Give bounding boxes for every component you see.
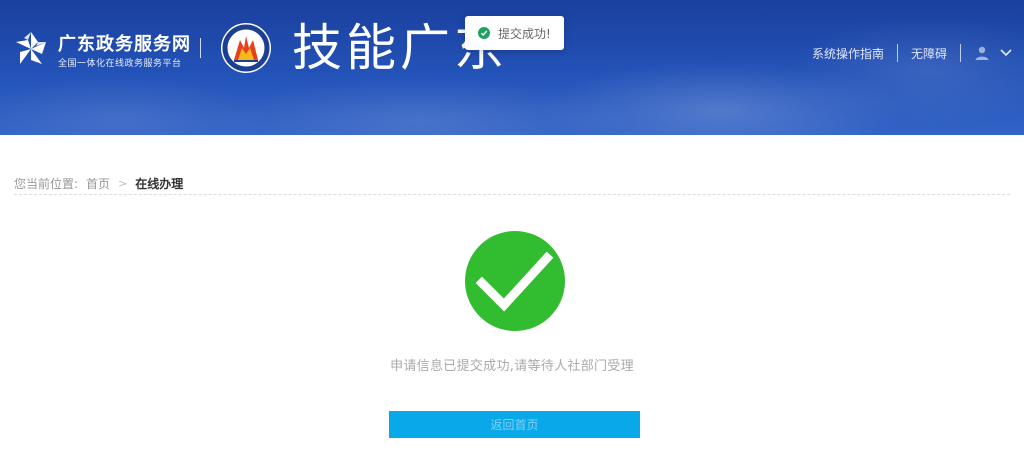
breadcrumb: 您当前位置: 首页 > 在线办理 <box>14 172 1010 195</box>
breadcrumb-prefix: 您当前位置: <box>14 176 79 191</box>
breadcrumb-current: 在线办理 <box>135 176 184 191</box>
check-circle-icon <box>478 27 490 39</box>
guide-link[interactable]: 系统操作指南 <box>812 45 884 62</box>
accessibility-link[interactable]: 无障碍 <box>911 45 947 62</box>
chevron-down-icon[interactable] <box>998 48 1014 58</box>
toast-notification: 提交成功! <box>465 16 564 50</box>
breadcrumb-home-link[interactable]: 首页 <box>86 175 110 192</box>
success-message: 申请信息已提交成功,请等待人社部门受理 <box>390 359 634 374</box>
user-avatar-icon <box>975 46 989 60</box>
nav-divider <box>896 44 898 62</box>
top-nav: 系统操作指南 无障碍 <box>812 44 1014 62</box>
nav-divider <box>960 44 961 62</box>
gov-site-name[interactable]: 广东政务服务网 <box>58 30 191 56</box>
back-home-button[interactable]: 返回首页 <box>389 411 640 438</box>
user-menu[interactable] <box>974 45 1014 61</box>
toast-text: 提交成功! <box>498 26 551 41</box>
pinwheel-logo-icon[interactable] <box>14 30 48 68</box>
header-divider <box>200 38 201 58</box>
breadcrumb-separator: > <box>118 176 128 190</box>
skills-emblem-icon <box>221 23 271 73</box>
success-check-icon <box>465 231 565 331</box>
gov-site-subtitle: 全国一体化在线政务服务平台 <box>58 59 182 69</box>
